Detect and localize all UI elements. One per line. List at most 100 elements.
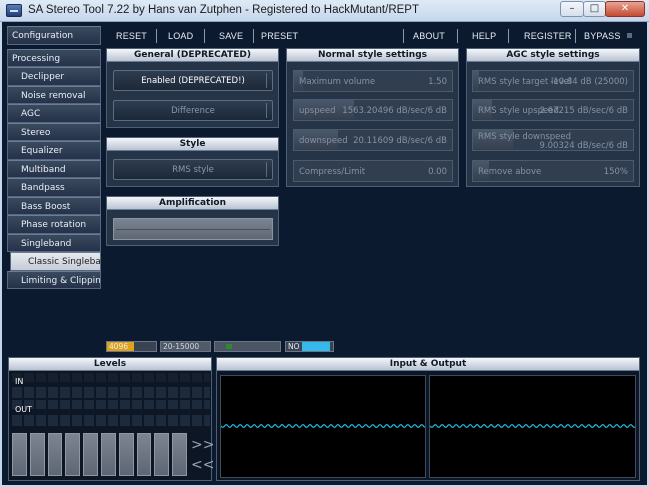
slider-label: Maximum volume (299, 77, 376, 87)
sidebar-item-agc[interactable]: AGC (7, 104, 101, 123)
load-button[interactable]: LOAD (168, 27, 193, 45)
close-button[interactable]: ✕ (605, 1, 645, 17)
enabled-button[interactable]: Enabled (DEPRECATED!) (113, 70, 273, 91)
sidebar-item-processing[interactable]: Processing (7, 48, 101, 67)
input-output-panel-title: Input & Output (217, 358, 639, 371)
help-button[interactable]: HELP (472, 27, 496, 45)
rms-upspeed-slider[interactable]: RMS style upspeed 2.67215 dB/sec/6 dB (472, 99, 634, 121)
rms-style-button[interactable]: RMS style (113, 159, 273, 180)
bypass-button[interactable]: BYPASS (584, 27, 621, 45)
rms-downspeed-slider[interactable]: RMS style downspeed 9.00324 dB/sec/6 dB (472, 129, 634, 151)
amplification-control[interactable] (113, 218, 273, 240)
collapse-arrow-icon[interactable]: << (191, 458, 214, 472)
slider-label: Remove above (478, 167, 542, 177)
mode-text: NO (288, 342, 300, 351)
sidebar-item-bass-boost[interactable]: Bass Boost (7, 196, 101, 215)
amplification-panel: Amplification (106, 196, 279, 246)
maximum-volume-slider[interactable]: Maximum volume 1.50 (293, 70, 453, 92)
title-bar: SA Stereo Tool 7.22 by Hans van Zutphen … (0, 0, 649, 22)
right-waveform (429, 423, 636, 429)
band-bar (136, 433, 152, 476)
reset-button[interactable]: RESET (116, 27, 147, 45)
sidebar-item-phase-rotation[interactable]: Phase rotation (7, 215, 101, 234)
difference-button[interactable]: Difference (113, 100, 273, 121)
sidebar-item-bandpass[interactable]: Bandpass (7, 178, 101, 197)
input-output-panel: Input & Output (216, 357, 640, 481)
app-icon (6, 4, 22, 17)
sidebar-item-multiband[interactable]: Multiband (7, 159, 101, 178)
maximize-button[interactable]: □ (583, 1, 606, 17)
normal-style-panel: Normal style settings Maximum volume 1.5… (286, 48, 459, 187)
menu-divider (156, 29, 157, 43)
slider-value: 9.00324 dB/sec/6 dB (539, 141, 628, 151)
expand-arrow-icon[interactable]: >> (191, 438, 214, 452)
input-level-meter (12, 400, 210, 409)
frequency-range-indicator[interactable]: 20-15000 Hz (160, 341, 211, 352)
output-level-meter (12, 415, 210, 426)
levels-panel-title: Levels (9, 358, 211, 371)
downspeed-slider[interactable]: downspeed 20.11609 dB/sec/6 dB (293, 129, 453, 151)
rms-target-level-slider[interactable]: RMS style target level -10.84 dB (25000) (472, 70, 634, 92)
menu-divider (457, 29, 458, 43)
slider-value: 20.11609 dB/sec/6 dB (353, 136, 447, 146)
processing-indicator (214, 341, 281, 352)
sidebar-item-configuration[interactable]: Configuration (7, 26, 101, 45)
slider-label: downspeed (299, 136, 348, 146)
sidebar-item-noise-removal[interactable]: Noise removal (7, 85, 101, 104)
agc-style-panel-title: AGC style settings (467, 49, 639, 62)
register-button[interactable]: REGISTER (524, 27, 572, 45)
slider-value: 150% (603, 167, 628, 177)
band-bar (47, 433, 63, 476)
slider-label: upspeed (299, 106, 336, 116)
sidebar-item-limiting-clipping[interactable]: Limiting & Clipping (7, 270, 101, 289)
about-button[interactable]: ABOUT (413, 27, 445, 45)
menu-divider (403, 29, 404, 43)
left-scope (220, 375, 426, 478)
sidebar-item-declipper[interactable]: Declipper (7, 67, 101, 86)
processing-led (226, 344, 232, 349)
band-bar (100, 433, 116, 476)
upspeed-slider[interactable]: upspeed 1563.20496 dB/sec/6 dB (293, 99, 453, 121)
slider-value: 1.50 (428, 77, 447, 87)
buffer-size-text: 4096 (109, 342, 129, 351)
sidebar-item-stereo[interactable]: Stereo (7, 122, 101, 141)
style-panel: Style RMS style (106, 137, 279, 187)
bypass-indicator (627, 33, 632, 38)
band-bar (172, 433, 187, 476)
preset-button[interactable]: PRESET (261, 27, 298, 45)
style-panel-title: Style (107, 138, 278, 151)
band-bar (12, 433, 27, 476)
menu-divider (575, 29, 576, 43)
remove-above-slider[interactable]: Remove above 150% (472, 160, 634, 182)
amplification-panel-title: Amplification (107, 197, 278, 210)
sidebar-item-classic-singleband[interactable]: Classic Singleband (10, 252, 101, 271)
minimize-button[interactable]: – (560, 1, 584, 17)
input-level-meter (12, 387, 210, 398)
save-button[interactable]: SAVE (219, 27, 243, 45)
mode-indicator[interactable]: NO (285, 341, 334, 352)
normal-style-panel-title: Normal style settings (287, 49, 458, 62)
window-title: SA Stereo Tool 7.22 by Hans van Zutphen … (28, 4, 419, 16)
compress-limit-slider[interactable]: Compress/Limit 0.00 (293, 160, 453, 182)
band-bar (65, 433, 81, 476)
band-bar (118, 433, 134, 476)
agc-style-panel: AGC style settings RMS style target leve… (466, 48, 640, 187)
band-bar (154, 433, 170, 476)
sidebar: Configuration Processing Declipper Noise… (7, 26, 101, 289)
meter-row (12, 373, 210, 382)
in-label: IN (15, 377, 24, 386)
menu-bar: RESET LOAD SAVE PRESET ABOUT HELP REGIST… (106, 27, 642, 45)
band-bar (83, 433, 98, 476)
waveform-line (220, 423, 426, 429)
mode-fill (302, 342, 331, 351)
right-scope (429, 375, 636, 478)
menu-divider (253, 29, 254, 43)
frequency-range-text: 20-15000 Hz (163, 342, 200, 351)
waveform-line (429, 423, 636, 429)
buffer-size-indicator[interactable]: 4096 (106, 341, 157, 352)
band-bar (29, 433, 45, 476)
slider-label: Compress/Limit (299, 167, 366, 177)
slider-value: 0.00 (428, 167, 447, 177)
sidebar-item-equalizer[interactable]: Equalizer (7, 141, 101, 160)
sidebar-item-singleband[interactable]: Singleband (7, 233, 101, 252)
